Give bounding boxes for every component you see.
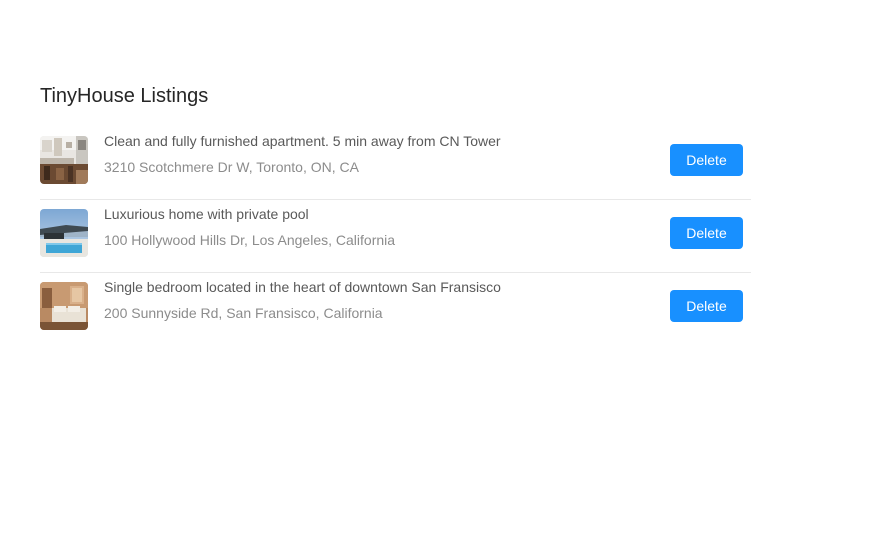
delete-button[interactable]: Delete	[670, 290, 743, 322]
listing-title: Luxurious home with private pool	[104, 206, 309, 222]
list-item: Clean and fully furnished apartment. 5 m…	[40, 127, 751, 200]
list-item: Luxurious home with private pool 100 Hol…	[40, 200, 751, 273]
listing-thumbnail	[40, 136, 88, 184]
listings-list: Clean and fully furnished apartment. 5 m…	[40, 127, 751, 346]
page-title: TinyHouse Listings	[40, 85, 209, 107]
bedroom-photo	[40, 282, 88, 330]
listings-section: TinyHouse Listings Clean and fully furni…	[40, 82, 751, 346]
delete-button[interactable]: Delete	[670, 144, 743, 176]
pool-house-photo	[40, 209, 88, 257]
listing-thumbnail	[40, 282, 88, 330]
delete-button[interactable]: Delete	[670, 217, 743, 249]
list-item: Single bedroom located in the heart of d…	[40, 273, 751, 346]
listing-address: 3210 Scotchmere Dr W, Toronto, ON, CA	[104, 159, 359, 175]
apartment-kitchen-photo	[40, 136, 88, 184]
listing-title: Clean and fully furnished apartment. 5 m…	[104, 133, 501, 149]
page: TinyHouse Listings Clean and fully furni…	[0, 0, 886, 547]
listing-address: 100 Hollywood Hills Dr, Los Angeles, Cal…	[104, 232, 396, 248]
listing-thumbnail	[40, 209, 88, 257]
listing-address: 200 Sunnyside Rd, San Fransisco, Califor…	[104, 305, 383, 321]
listing-title: Single bedroom located in the heart of d…	[104, 279, 501, 295]
